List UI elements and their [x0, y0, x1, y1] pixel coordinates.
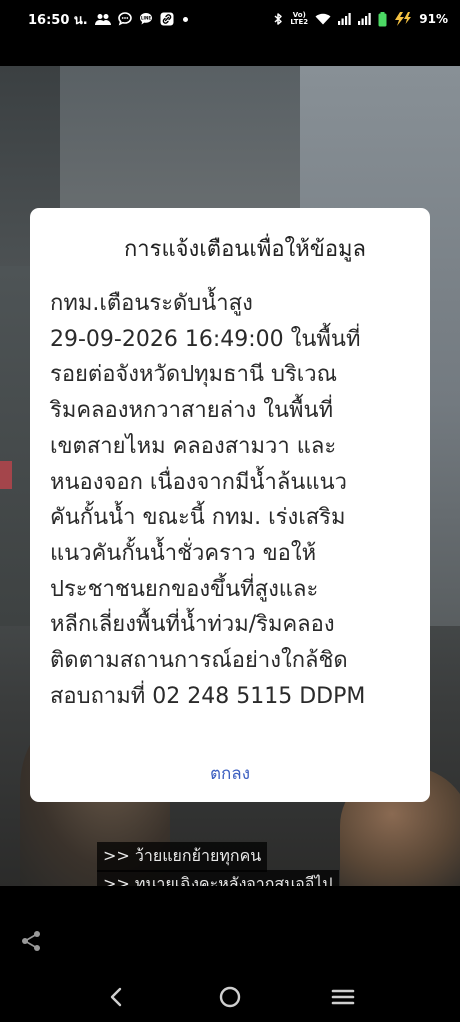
back-icon: [110, 987, 121, 1007]
alert-dialog: การแจ้งเตือนเพื่อให้ข้อมูล กทม.เตือนระดั…: [30, 208, 430, 802]
phone-screen: 16:50 น. LINE Vo) LTE2 91% >> ว้ายแยกย้า…: [0, 0, 460, 1022]
link-app-icon: [160, 12, 174, 26]
share-button[interactable]: [18, 928, 44, 954]
status-time: 16:50 น.: [28, 12, 88, 28]
signal-1-icon: [338, 13, 351, 25]
dialog-message-line: หลีกเลี่ยงพื้นที่น้ำท่วม/ริมคลอง: [50, 612, 335, 638]
video-red-shape: [0, 461, 12, 489]
dialog-message: กทม.เตือนระดับน้ำสูง 29-09-2026 16:49:00…: [50, 286, 410, 714]
bluetooth-icon: [274, 12, 283, 26]
home-icon: [219, 986, 241, 1008]
dialog-message-line: กทม.เตือนระดับน้ำสูง: [50, 291, 253, 316]
dialog-message-line: แนวคันกั้นน้ำชั่วคราว ขอให้: [50, 540, 317, 566]
dialog-message-line: ติดตามสถานการณ์อย่างใกล้ชิด: [50, 648, 348, 674]
signal-2-icon: [358, 13, 371, 25]
dialog-message-line: สอบถามที่ 02 248 5115 DDPM: [50, 683, 366, 709]
notification-dot-icon: [182, 16, 188, 22]
battery-icon: [378, 11, 387, 27]
people-icon: [94, 13, 111, 25]
status-bar-right: Vo) LTE2 91%: [274, 11, 448, 27]
dialog-message-line: หนองจอก เนื่องจากมีน้ำล้นแนว: [50, 469, 347, 495]
dialog-message-line: รอยต่อจังหวัดปทุมธานี บริเวณ: [50, 362, 338, 388]
share-icon: [22, 931, 40, 951]
status-bar: 16:50 น. LINE Vo) LTE2 91%: [0, 0, 460, 38]
nav-home-button[interactable]: [210, 977, 250, 1017]
ok-button[interactable]: ตกลง: [30, 760, 430, 787]
nav-recents-button[interactable]: [323, 977, 363, 1017]
dialog-message-line: คันกั้นน้ำ ขณะนี้ กทม. เร่งเสริม: [50, 505, 346, 531]
status-bar-left: 16:50 น. LINE: [28, 9, 188, 30]
line-app-icon: LINE: [139, 12, 153, 26]
battery-percent: 91%: [419, 12, 448, 26]
navigation-bar: [0, 972, 460, 1022]
nav-back-button[interactable]: [97, 977, 137, 1017]
dialog-message-line: ริมคลองหกวาสายล่าง ในพื้นที่: [50, 398, 334, 424]
dialog-message-line: เขตสายไหม คลองสามวา และ: [50, 433, 337, 459]
dialog-message-line: ประชาชนยกของขึ้นที่สูงและ: [50, 576, 319, 602]
wifi-icon: [315, 13, 331, 25]
recents-icon: [332, 989, 355, 1005]
charging-icon: [394, 12, 412, 26]
volte-icon: Vo) LTE2: [290, 11, 309, 26]
caption-line-1: >> ว้ายแยกย้ายทุกคน: [97, 842, 268, 872]
dialog-message-line: 29-09-2026 16:49:00 ในพื้นที่: [50, 326, 361, 352]
svg-text:LINE: LINE: [141, 16, 151, 21]
chat-bubble-icon: [117, 12, 132, 26]
dialog-title: การแจ้งเตือนเพื่อให้ข้อมูล: [123, 237, 367, 262]
